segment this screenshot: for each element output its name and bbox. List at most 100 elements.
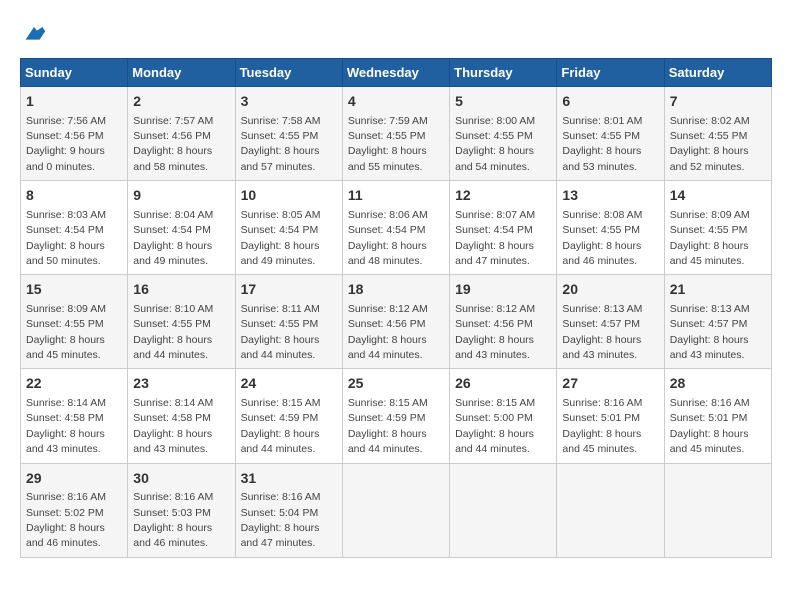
week-row-2: 8 Sunrise: 8:03 AMSunset: 4:54 PMDaylight… [21,181,772,275]
logo-icon [20,20,48,48]
day-number: 21 [670,280,766,300]
calendar-cell: 4 Sunrise: 7:59 AMSunset: 4:55 PMDaylight… [342,87,449,181]
day-number: 15 [26,280,122,300]
calendar-cell: 23 Sunrise: 8:14 AMSunset: 4:58 PMDayligh… [128,369,235,463]
day-info: Sunrise: 8:12 AMSunset: 4:56 PMDaylight:… [348,303,428,361]
week-row-4: 22Sunrise: 8:14 AMSunset: 4:58 PMDayligh… [21,369,772,463]
day-info: Sunrise: 8:14 AMSunset: 4:58 PMDaylight:… [133,397,213,455]
day-info: Sunrise: 8:09 AMSunset: 4:55 PMDaylight:… [26,303,106,361]
day-number: 16 [133,280,229,300]
day-number: 28 [670,374,766,394]
weekday-header-thursday: Thursday [450,59,557,87]
calendar-cell: 28 Sunrise: 8:16 AMSunset: 5:01 PMDayligh… [664,369,771,463]
day-info: Sunrise: 8:11 AMSunset: 4:55 PMDaylight:… [241,303,320,361]
day-info: Sunrise: 8:08 AMSunset: 4:55 PMDaylight:… [562,209,642,267]
day-number: 4 [348,92,444,112]
calendar-cell: 18 Sunrise: 8:12 AMSunset: 4:56 PMDayligh… [342,275,449,369]
weekday-header-friday: Friday [557,59,664,87]
day-number: 7 [670,92,766,112]
day-number: 11 [348,186,444,206]
day-info: Sunrise: 8:06 AMSunset: 4:54 PMDaylight:… [348,209,428,267]
calendar-cell: 12 Sunrise: 8:07 AMSunset: 4:54 PMDayligh… [450,181,557,275]
day-number: 12 [455,186,551,206]
calendar-cell: 1 Sunrise: 7:56 AMSunset: 4:56 PMDaylight… [21,87,128,181]
calendar-cell: 16 Sunrise: 8:10 AMSunset: 4:55 PMDayligh… [128,275,235,369]
calendar-cell [664,463,771,557]
calendar-cell: 27 Sunrise: 8:16 AMSunset: 5:01 PMDayligh… [557,369,664,463]
day-info: Sunrise: 8:03 AMSunset: 4:54 PMDaylight:… [26,209,106,267]
day-info: Sunrise: 8:05 AMSunset: 4:54 PMDaylight:… [241,209,321,267]
day-info: Sunrise: 8:16 AMSunset: 5:03 PMDaylight:… [133,491,213,549]
day-number: 23 [133,374,229,394]
calendar-table: SundayMondayTuesdayWednesdayThursdayFrid… [20,58,772,558]
calendar-cell: 15 Sunrise: 8:09 AMSunset: 4:55 PMDayligh… [21,275,128,369]
calendar-cell: 29Sunrise: 8:16 AMSunset: 5:02 PMDayligh… [21,463,128,557]
day-info: Sunrise: 8:16 AMSunset: 5:02 PMDaylight:… [26,491,106,549]
calendar-cell [450,463,557,557]
calendar-cell: 21 Sunrise: 8:13 AMSunset: 4:57 PMDayligh… [664,275,771,369]
calendar-cell: 19 Sunrise: 8:12 AMSunset: 4:56 PMDayligh… [450,275,557,369]
day-number: 19 [455,280,551,300]
day-info: Sunrise: 8:15 AMSunset: 5:00 PMDaylight:… [455,397,535,455]
day-info: Sunrise: 8:15 AMSunset: 4:59 PMDaylight:… [348,397,428,455]
day-info: Sunrise: 8:00 AMSunset: 4:55 PMDaylight:… [455,115,535,173]
day-number: 20 [562,280,658,300]
day-info: Sunrise: 8:12 AMSunset: 4:56 PMDaylight:… [455,303,535,361]
day-info: Sunrise: 8:13 AMSunset: 4:57 PMDaylight:… [670,303,750,361]
calendar-cell: 7 Sunrise: 8:02 AMSunset: 4:55 PMDaylight… [664,87,771,181]
day-number: 8 [26,186,122,206]
calendar-cell: 8 Sunrise: 8:03 AMSunset: 4:54 PMDaylight… [21,181,128,275]
day-number: 18 [348,280,444,300]
day-info: Sunrise: 8:13 AMSunset: 4:57 PMDaylight:… [562,303,642,361]
day-info: Sunrise: 8:02 AMSunset: 4:55 PMDaylight:… [670,115,750,173]
day-number: 3 [241,92,337,112]
week-row-5: 29Sunrise: 8:16 AMSunset: 5:02 PMDayligh… [21,463,772,557]
calendar-cell: 20 Sunrise: 8:13 AMSunset: 4:57 PMDayligh… [557,275,664,369]
day-info: Sunrise: 8:14 AMSunset: 4:58 PMDaylight:… [26,397,106,455]
header [20,20,772,48]
calendar-cell: 24 Sunrise: 8:15 AMSunset: 4:59 PMDayligh… [235,369,342,463]
calendar-cell: 31Sunrise: 8:16 AMSunset: 5:04 PMDayligh… [235,463,342,557]
calendar-body: 1 Sunrise: 7:56 AMSunset: 4:56 PMDaylight… [21,87,772,558]
logo [20,20,52,48]
weekday-header-row: SundayMondayTuesdayWednesdayThursdayFrid… [21,59,772,87]
day-info: Sunrise: 8:16 AMSunset: 5:01 PMDaylight:… [670,397,750,455]
weekday-header-saturday: Saturday [664,59,771,87]
day-info: Sunrise: 8:01 AMSunset: 4:55 PMDaylight:… [562,115,642,173]
calendar-cell: 25 Sunrise: 8:15 AMSunset: 4:59 PMDayligh… [342,369,449,463]
weekday-header-wednesday: Wednesday [342,59,449,87]
calendar-cell: 17 Sunrise: 8:11 AMSunset: 4:55 PMDayligh… [235,275,342,369]
calendar-cell: 22Sunrise: 8:14 AMSunset: 4:58 PMDayligh… [21,369,128,463]
weekday-header-sunday: Sunday [21,59,128,87]
day-info: Sunrise: 8:16 AMSunset: 5:04 PMDaylight:… [241,491,321,549]
calendar-cell: 2Sunrise: 7:57 AMSunset: 4:56 PMDaylight… [128,87,235,181]
day-info: Sunrise: 8:15 AMSunset: 4:59 PMDaylight:… [241,397,321,455]
calendar-cell [342,463,449,557]
day-number: 14 [670,186,766,206]
day-number: 26 [455,374,551,394]
weekday-header-tuesday: Tuesday [235,59,342,87]
day-info: Sunrise: 8:16 AMSunset: 5:01 PMDaylight:… [562,397,642,455]
calendar-cell: 3Sunrise: 7:58 AMSunset: 4:55 PMDaylight… [235,87,342,181]
day-number: 6 [562,92,658,112]
calendar-cell [557,463,664,557]
day-number: 13 [562,186,658,206]
day-number: 30 [133,469,229,489]
day-number: 25 [348,374,444,394]
day-number: 17 [241,280,337,300]
day-number: 24 [241,374,337,394]
calendar-cell: 13 Sunrise: 8:08 AMSunset: 4:55 PMDayligh… [557,181,664,275]
day-number: 1 [26,92,122,112]
week-row-3: 15 Sunrise: 8:09 AMSunset: 4:55 PMDayligh… [21,275,772,369]
calendar-cell: 11 Sunrise: 8:06 AMSunset: 4:54 PMDayligh… [342,181,449,275]
day-info: Sunrise: 8:10 AMSunset: 4:55 PMDaylight:… [133,303,213,361]
day-number: 27 [562,374,658,394]
calendar-cell: 5Sunrise: 8:00 AMSunset: 4:55 PMDaylight… [450,87,557,181]
weekday-header-monday: Monday [128,59,235,87]
calendar-cell: 30Sunrise: 8:16 AMSunset: 5:03 PMDayligh… [128,463,235,557]
day-info: Sunrise: 7:59 AMSunset: 4:55 PMDaylight:… [348,115,428,173]
day-info: Sunrise: 8:07 AMSunset: 4:54 PMDaylight:… [455,209,535,267]
day-number: 10 [241,186,337,206]
day-info: Sunrise: 7:56 AMSunset: 4:56 PMDaylight:… [26,115,106,173]
day-number: 9 [133,186,229,206]
